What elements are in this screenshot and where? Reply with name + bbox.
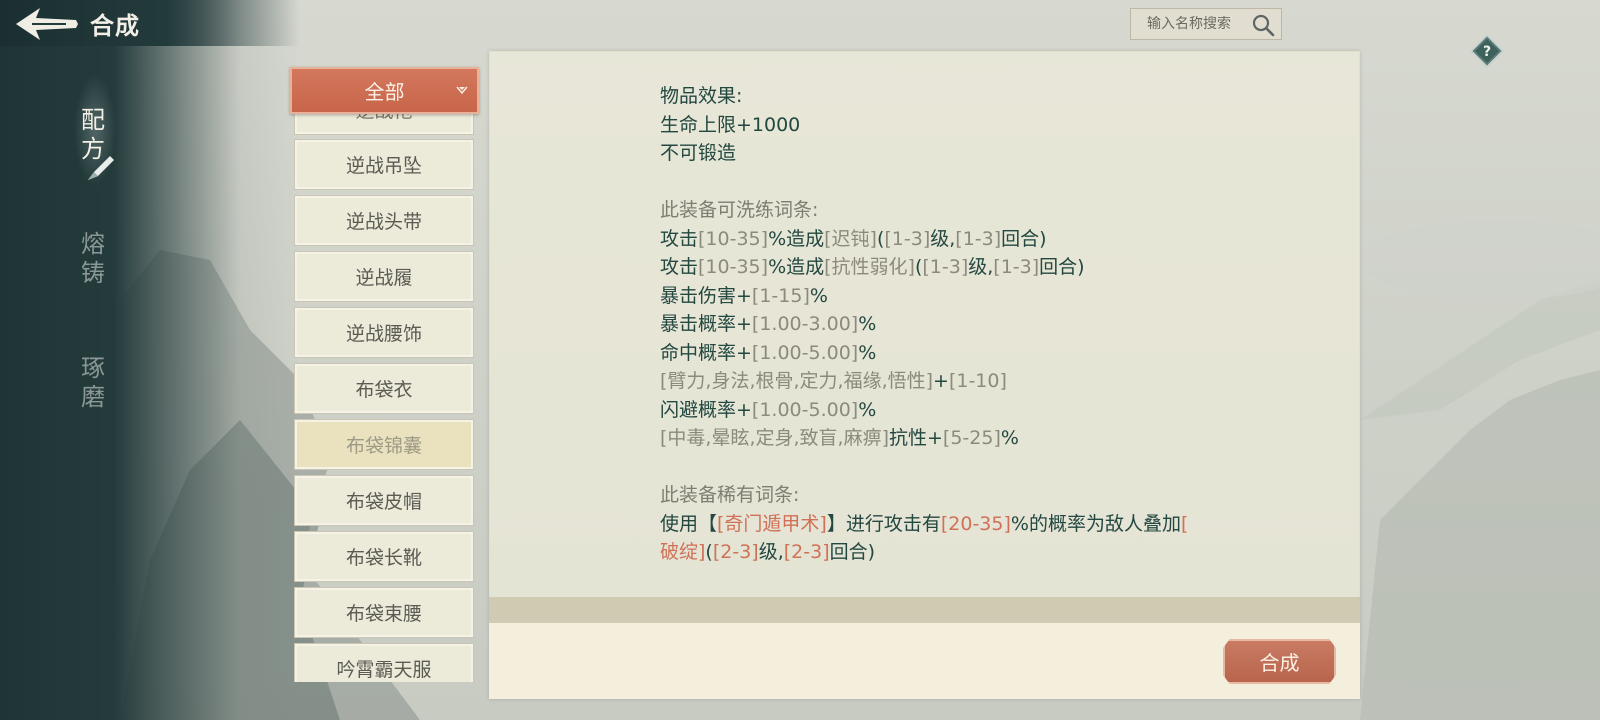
- recipe-item[interactable]: 布袋长靴: [294, 531, 474, 582]
- refine-value: [中毒,晕眩,定身,致盲,麻痹]: [660, 427, 889, 449]
- refine-value: [1-3]: [955, 227, 1002, 250]
- refine-value: [1-3]: [922, 256, 969, 278]
- help-icon-label: ?: [1483, 44, 1491, 60]
- refine-value: [1.00-5.00]: [751, 398, 859, 421]
- refine-line: 暴击伤害+[1-15]%: [660, 282, 1220, 311]
- refine-text: %造成: [768, 227, 825, 250]
- refine-value: [5-25]: [942, 427, 1001, 449]
- refine-line: 闪避概率+[1.00-5.00]%: [660, 396, 1220, 425]
- recipe-item[interactable]: 逆战头带: [294, 195, 474, 246]
- refine-value: [抗性弱化]: [824, 256, 915, 278]
- rare-text: 级,: [758, 541, 784, 563]
- recipe-item[interactable]: 逆战腰饰: [294, 307, 474, 358]
- recipe-item[interactable]: 布袋皮帽: [294, 475, 474, 526]
- refine-text: 命中概率+: [660, 341, 752, 364]
- refine-text: 回合): [1039, 256, 1085, 278]
- refine-line: 暴击概率+[1.00-3.00]%: [660, 310, 1220, 339]
- back-button[interactable]: [6, 4, 86, 44]
- page-title: 合成: [90, 12, 140, 40]
- search-icon[interactable]: [1251, 13, 1275, 37]
- recipe-list[interactable]: 逆战袍 逆战吊坠 逆战头带 逆战履 逆战腰饰 布袋衣 布袋锦囊 布袋皮帽 布袋长…: [294, 114, 476, 682]
- rare-text: (: [705, 541, 713, 563]
- refine-text: 暴击伤害+: [660, 284, 752, 307]
- filter-selected-label: 全部: [364, 80, 405, 104]
- rare-highlight: [2-3]: [783, 541, 830, 563]
- refine-text: %: [809, 284, 828, 307]
- recipe-item[interactable]: 逆战吊坠: [294, 139, 474, 190]
- recipe-item-selected[interactable]: 布袋锦囊: [294, 419, 474, 470]
- refine-text: 回合): [1001, 227, 1047, 250]
- refine-value: [迟钝]: [824, 227, 877, 250]
- effect-line: 不可锻造: [660, 142, 737, 164]
- refine-value: [10-35]: [698, 256, 769, 278]
- search-box[interactable]: [1130, 8, 1282, 40]
- panel-divider: [489, 597, 1360, 623]
- refine-text: 暴击概率+: [660, 313, 752, 335]
- refine-value: [1.00-3.00]: [751, 313, 859, 335]
- refine-title: 此装备可洗练词条:: [660, 199, 819, 221]
- refine-value: [1-3]: [884, 227, 931, 250]
- rare-highlight: 破绽]: [660, 541, 706, 563]
- rare-line: 破绽]([2-3]级,[2-3]回合): [660, 538, 1220, 567]
- effect-title: 物品效果:: [660, 85, 743, 107]
- refine-text: +: [933, 370, 949, 392]
- refine-text: 攻击: [660, 227, 699, 250]
- refine-text: %: [1000, 427, 1019, 449]
- rare-highlight: [2-3]: [712, 541, 759, 563]
- category-filter-dropdown[interactable]: 全部: [290, 67, 479, 114]
- refine-text: 闪避概率+: [660, 398, 752, 421]
- refine-line: [中毒,晕眩,定身,致盲,麻痹]抗性+[5-25]%: [660, 424, 1220, 453]
- refine-text: %: [858, 341, 877, 364]
- refine-value: [1-3]: [993, 256, 1040, 278]
- tab-casting[interactable]: 熔铸: [76, 230, 110, 288]
- refine-line: 命中概率+[1.00-5.00]%: [660, 339, 1220, 368]
- refine-line: 攻击[10-35]%造成[迟钝]([1-3]级,[1-3]回合): [660, 225, 1220, 254]
- refine-text: 抗性+: [888, 427, 943, 449]
- refine-value: [1.00-5.00]: [751, 341, 859, 364]
- recipe-item[interactable]: 逆战履: [294, 251, 474, 302]
- refine-line: [臂力,身法,根骨,定力,福缘,悟性]+[1-10]: [660, 367, 1220, 396]
- item-detail-text: 物品效果: 生命上限+1000 不可锻造 此装备可洗练词条: 攻击[10-35]…: [660, 82, 1220, 567]
- refine-value: [10-35]: [698, 227, 769, 250]
- search-input[interactable]: [1147, 16, 1247, 32]
- refine-text: %: [858, 313, 877, 335]
- help-icon: ?: [1469, 33, 1505, 69]
- synthesize-button[interactable]: 合成: [1223, 639, 1336, 684]
- effect-line: 生命上限+1000: [660, 113, 801, 136]
- refine-value: [1-15]: [751, 284, 810, 307]
- rare-highlight: [20-35]: [940, 512, 1011, 535]
- tab-polish[interactable]: 琢磨: [76, 354, 110, 412]
- sidebar-background: [0, 0, 300, 720]
- recipe-item[interactable]: 吟霄霸天服: [294, 643, 474, 682]
- recipe-item[interactable]: 逆战袍: [294, 114, 474, 135]
- refine-text: 攻击: [660, 256, 699, 278]
- rare-highlight: [奇门遁甲术]: [717, 512, 827, 535]
- brush-icon: [88, 156, 114, 180]
- recipe-item[interactable]: 布袋衣: [294, 363, 474, 414]
- rare-line: 使用【[奇门遁甲术]】进行攻击有[20-35]%的概率为敌人叠加[: [660, 510, 1220, 539]
- refine-value: [臂力,身法,根骨,定力,福缘,悟性]: [660, 370, 934, 392]
- recipe-item[interactable]: 布袋束腰: [294, 587, 474, 638]
- rare-text: %的概率为敌人叠加: [1010, 512, 1181, 535]
- refine-line: 攻击[10-35]%造成[抗性弱化]([1-3]级,[1-3]回合): [660, 253, 1220, 282]
- refine-text: %: [858, 398, 877, 421]
- help-button[interactable]: ?: [1469, 33, 1505, 69]
- back-arrow-icon: [16, 8, 78, 40]
- chevron-down-icon: [456, 86, 468, 95]
- rare-text: 使用【: [660, 512, 718, 535]
- rare-text: 回合): [829, 541, 876, 563]
- rare-title: 此装备稀有词条:: [660, 484, 800, 506]
- rare-highlight: [: [1180, 512, 1189, 535]
- refine-text: 级,: [930, 227, 956, 250]
- refine-text: %造成: [768, 256, 825, 278]
- refine-text: 级,: [968, 256, 994, 278]
- rare-text: 】进行攻击有: [826, 512, 941, 535]
- refine-value: [1-10]: [948, 370, 1007, 392]
